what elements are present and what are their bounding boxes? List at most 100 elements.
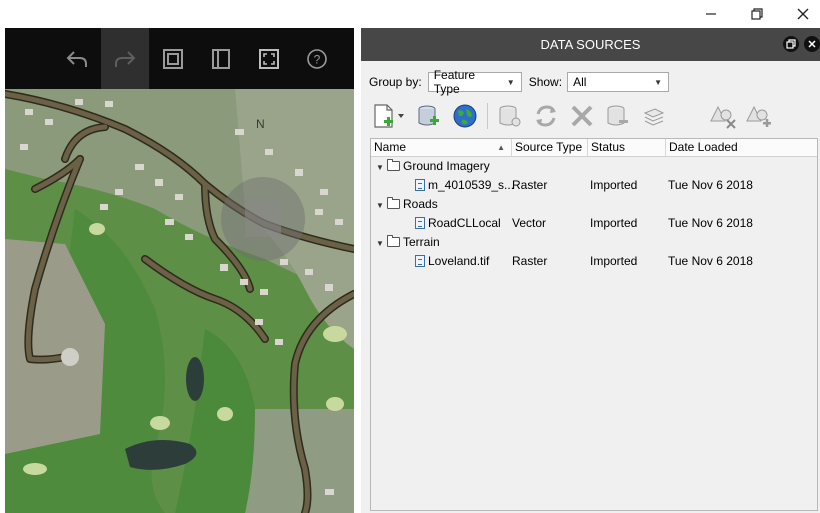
map-imagery [5,89,354,513]
item-name: RoadCLLocal [428,216,501,230]
tree-item-row[interactable]: Loveland.tif Raster Imported Tue Nov 6 2… [371,252,817,271]
folder-icon [387,159,400,171]
folder-icon [387,235,400,247]
tree-header: Name ▲ Source Type Status Date Loaded [371,139,817,157]
group-by-label: Group by: [369,75,422,89]
help-button[interactable]: ? [293,28,341,89]
item-source-type: Raster [512,254,548,268]
chevron-down-icon: ▼ [654,77,663,87]
show-label: Show: [528,75,563,89]
layer-stack-button[interactable] [638,100,670,132]
show-dropdown[interactable]: All ▼ [567,72,670,92]
expand-caret-icon[interactable]: ▼ [373,196,387,215]
redo-arrow-icon [115,50,136,67]
column-header-status[interactable]: Status [588,139,666,156]
delete-source-button[interactable] [566,100,598,132]
panel-float-button[interactable] [783,36,799,52]
group-label: Roads [403,197,438,211]
group-by-value: Feature Type [433,68,476,96]
shape-remove-button[interactable] [708,100,740,132]
item-date-loaded: Tue Nov 6 2018 [668,178,753,192]
panel-title: DATA SOURCES [361,28,820,61]
toolbar-separator [487,103,488,129]
redo-button[interactable] [101,28,149,89]
tree-group-row[interactable]: ▼ Roads [371,195,817,214]
expand-caret-icon[interactable]: ▼ [373,158,387,177]
column-header-source-type[interactable]: Source Type [512,139,588,156]
item-source-type: Vector [512,216,547,230]
column-header-name[interactable]: Name ▲ [371,139,512,156]
database-add-icon [418,105,439,126]
fullscreen-icon [259,48,279,69]
item-status: Imported [590,178,638,192]
item-status: Imported [590,254,638,268]
group-by-dropdown[interactable]: Feature Type ▼ [427,68,522,96]
tree-group-row[interactable]: ▼ Ground Imagery [371,157,817,176]
float-window-icon [786,39,796,49]
add-database-button[interactable] [413,100,445,132]
chevron-down-icon: ▼ [506,77,515,87]
shapes-remove-icon [710,105,736,129]
group-bar: Group by: Feature Type ▼ Show: All ▼ [369,68,670,96]
column-header-date-loaded[interactable]: Date Loaded [666,139,817,156]
delete-x-icon [571,105,593,127]
compass-north-label: N [256,117,265,131]
item-date-loaded: Tue Nov 6 2018 [668,216,753,230]
undo-button[interactable] [53,28,101,89]
new-file-icon [374,104,404,128]
file-icon [415,217,425,229]
map-view[interactable]: ? N [5,28,354,513]
item-date-loaded: Tue Nov 6 2018 [668,254,753,268]
layers-button[interactable] [149,28,197,89]
folder-icon [387,197,400,209]
file-icon [415,255,425,267]
globe-icon [453,104,477,128]
refresh-button[interactable] [530,100,562,132]
database-export-icon [607,105,628,126]
column-source-type-label: Source Type [515,140,583,154]
minimize-button[interactable] [688,0,734,28]
item-name: Loveland.tif [428,254,490,268]
show-value: All [573,75,587,89]
satellite-map[interactable]: N [5,89,354,513]
minimize-icon [706,13,716,15]
shapes-add-icon [746,105,771,127]
source-properties-button[interactable] [494,100,526,132]
restore-button[interactable] [734,0,780,28]
undo-arrow-icon [66,50,87,67]
file-icon [415,179,425,191]
panel-title-text: DATA SOURCES [540,37,641,52]
group-label: Terrain [403,235,440,249]
shape-add-button[interactable] [744,100,776,132]
fullscreen-button[interactable] [245,28,293,89]
svg-text:?: ? [314,52,321,66]
close-button[interactable] [780,0,820,28]
export-source-button[interactable] [602,100,634,132]
layers-icon [163,48,183,69]
data-sources-panel: DATA SOURCES Group by: Feature Type ▼ Sh… [361,28,820,513]
tree-item-row[interactable]: m_4010539_s... Raster Imported Tue Nov 6… [371,176,817,195]
database-settings-icon [499,105,521,127]
restore-icon [751,8,763,20]
book-icon [212,48,230,69]
item-source-type: Raster [512,178,548,192]
item-status: Imported [590,216,638,230]
help-icon: ? [307,48,327,69]
book-button[interactable] [197,28,245,89]
data-sources-toolbar [369,100,780,132]
refresh-icon [536,105,556,127]
tree-group-row[interactable]: ▼ Terrain [371,233,817,252]
column-date-loaded-label: Date Loaded [669,140,738,154]
item-name: m_4010539_s... [428,178,515,192]
tree-item-row[interactable]: RoadCLLocal Vector Imported Tue Nov 6 20… [371,214,817,233]
panel-close-button[interactable] [804,36,820,52]
column-status-label: Status [591,140,626,154]
close-icon [797,8,809,20]
expand-caret-icon[interactable]: ▼ [373,234,387,253]
sort-ascending-icon: ▲ [497,143,505,152]
data-sources-tree[interactable]: Name ▲ Source Type Status Date Loaded ▼ G… [370,138,818,511]
add-web-source-button[interactable] [449,100,481,132]
new-source-button[interactable] [369,100,409,132]
group-label: Ground Imagery [403,159,490,173]
panel-close-icon [808,40,816,48]
